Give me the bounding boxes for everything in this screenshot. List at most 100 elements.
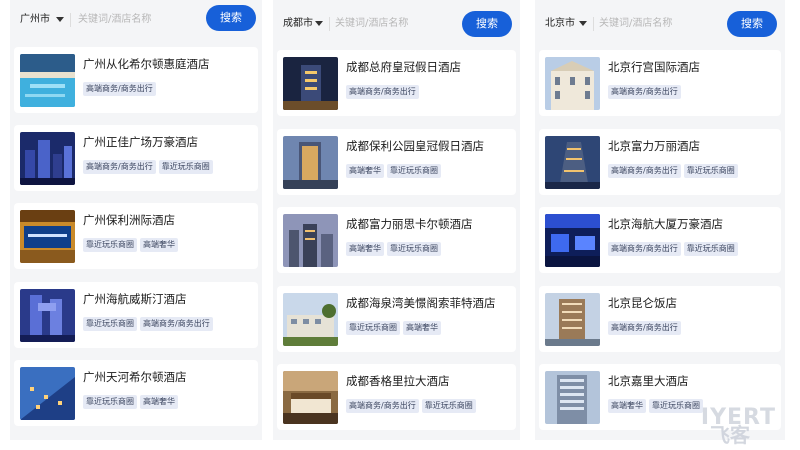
tag: 靠近玩乐商圈 — [158, 160, 213, 174]
hotel-name[interactable]: 北京昆仑饭店 — [608, 295, 777, 311]
tag: 高端奢华 — [346, 164, 384, 178]
hotel-card[interactable]: 广州正佳广场万豪酒店 高端商务/商务出行 靠近玩乐商圈 — [14, 125, 258, 191]
hotel-name[interactable]: 广州保利洲际酒店 — [83, 212, 254, 228]
divider — [329, 17, 330, 31]
tag: 靠近玩乐商圈 — [83, 317, 137, 331]
tag: 高端奢华 — [346, 242, 384, 256]
city-selector[interactable]: 广州市 — [20, 5, 50, 35]
tag-list: 高端商务/商务出行 — [608, 315, 684, 335]
tag-list: 高端商务/商务出行 靠近玩乐商圈 — [346, 393, 479, 413]
hotel-name[interactable]: 成都香格里拉大酒店 — [346, 373, 512, 389]
tower-icon — [20, 289, 75, 342]
hotel-card[interactable]: 成都保利公园皇冠假日酒店 高端奢华 靠近玩乐商圈 — [277, 129, 516, 195]
hotel-card[interactable]: 北京行宫国际酒店 高端商务/商务出行 — [539, 50, 781, 116]
chevron-down-icon[interactable] — [315, 21, 323, 26]
tag-list: 靠近玩乐商圈 高端奢华 — [83, 389, 181, 409]
tag-list: 高端奢华 靠近玩乐商圈 — [608, 393, 706, 413]
tag-list: 靠近玩乐商圈 高端奢华 — [83, 232, 181, 252]
hotel-name[interactable]: 成都总府皇冠假日酒店 — [346, 59, 512, 75]
hotel-card[interactable]: 广州保利洲际酒店 靠近玩乐商圈 高端奢华 — [14, 203, 258, 269]
hotel-name[interactable]: 成都富力丽思卡尔顿酒店 — [346, 216, 512, 232]
hotel-name[interactable]: 北京行宫国际酒店 — [608, 59, 777, 75]
search-bar: 广州市 关键词/酒店名称 搜索 — [10, 0, 262, 40]
tag: 高端奢华 — [140, 238, 178, 252]
tag: 高端商务/商务出行 — [83, 82, 156, 96]
tag: 高端奢华 — [140, 395, 178, 409]
tag: 靠近玩乐商圈 — [387, 242, 441, 256]
hotel-column-chengdu: 成都市 关键词/酒店名称 搜索 成都总府皇冠假日酒店 高端商务/商务出行 成都保… — [273, 0, 520, 440]
tag: 靠近玩乐商圈 — [387, 164, 441, 178]
search-button[interactable]: 搜索 — [462, 11, 512, 37]
tag-list: 高端商务/商务出行 靠近玩乐商圈 — [608, 236, 741, 256]
search-input[interactable]: 关键词/酒店名称 — [599, 9, 672, 39]
chevron-down-icon[interactable] — [56, 17, 64, 22]
tower-night-icon — [283, 57, 338, 110]
tag-list: 高端商务/商务出行 靠近玩乐商圈 — [608, 158, 741, 178]
hotel-name[interactable]: 成都保利公园皇冠假日酒店 — [346, 138, 512, 154]
hotel-card[interactable]: 北京海航大厦万豪酒店 高端商务/商务出行 靠近玩乐商圈 — [539, 207, 781, 273]
search-box: 北京市 关键词/酒店名称 搜索 — [535, 9, 785, 39]
search-bar: 成都市 关键词/酒店名称 搜索 — [273, 0, 520, 40]
tag-list: 高端商务/商务出行 — [608, 79, 684, 99]
glass-tower-icon — [545, 371, 600, 424]
tag-list: 高端商务/商务出行 — [346, 79, 422, 99]
tower-blue-icon — [545, 136, 600, 189]
search-bar: 北京市 关键词/酒店名称 搜索 — [535, 0, 785, 40]
hotel-name[interactable]: 成都海泉湾美憬阁索菲特酒店 — [346, 295, 512, 311]
city-dusk-icon — [283, 214, 338, 267]
hotel-column-beijing: 北京市 关键词/酒店名称 搜索 北京行宫国际酒店 高端商务/商务出行 北京富力万… — [535, 0, 785, 440]
city-selector[interactable]: 北京市 — [545, 9, 575, 39]
tag: 高端商务/商务出行 — [83, 160, 156, 174]
hotel-column-guangzhou: 广州市 关键词/酒店名称 搜索 广州从化希尔顿惠庭酒店 高端商务/商务出行 广州… — [10, 0, 262, 440]
lowrise-icon — [283, 293, 338, 346]
tag: 高端商务/商务出行 — [608, 164, 681, 178]
search-box: 广州市 关键词/酒店名称 搜索 — [10, 5, 262, 35]
hotel-card[interactable]: 广州海航威斯汀酒店 靠近玩乐商圈 高端商务/商务出行 — [14, 282, 258, 348]
hotel-name[interactable]: 广州正佳广场万豪酒店 — [83, 134, 254, 150]
resort-pool-icon — [20, 54, 75, 107]
city-night-icon — [20, 132, 75, 185]
lobby-icon — [20, 210, 75, 263]
tag: 高端奢华 — [608, 399, 646, 413]
divider — [593, 17, 594, 31]
search-button[interactable]: 搜索 — [727, 11, 777, 37]
hotel-card[interactable]: 成都香格里拉大酒店 高端商务/商务出行 靠近玩乐商圈 — [277, 364, 516, 430]
tag: 高端商务/商务出行 — [608, 85, 681, 99]
hotel-card[interactable]: 成都富力丽思卡尔顿酒店 高端奢华 靠近玩乐商圈 — [277, 207, 516, 273]
tag-list: 高端商务/商务出行 靠近玩乐商圈 — [83, 154, 216, 174]
hotel-name[interactable]: 广州海航威斯汀酒店 — [83, 291, 254, 307]
hotel-card[interactable]: 广州天河希尔顿酒店 靠近玩乐商圈 高端奢华 — [14, 360, 258, 426]
hotel-card[interactable]: 成都海泉湾美憬阁索菲特酒店 靠近玩乐商圈 高端奢华 — [277, 286, 516, 352]
hotel-name[interactable]: 北京嘉里大酒店 — [608, 373, 777, 389]
chevron-down-icon[interactable] — [579, 21, 587, 26]
hotel-card[interactable]: 北京昆仑饭店 高端商务/商务出行 — [539, 286, 781, 352]
hotel-name[interactable]: 北京海航大厦万豪酒店 — [608, 216, 777, 232]
search-input[interactable]: 关键词/酒店名称 — [78, 5, 151, 35]
divider — [70, 13, 71, 27]
tag: 靠近玩乐商圈 — [683, 164, 738, 178]
hotel-name[interactable]: 北京富力万丽酒店 — [608, 138, 777, 154]
tag: 靠近玩乐商圈 — [83, 238, 137, 252]
tag: 靠近玩乐商圈 — [683, 242, 738, 256]
search-input[interactable]: 关键词/酒店名称 — [335, 9, 408, 39]
tag: 高端商务/商务出行 — [608, 321, 681, 335]
tag-list: 靠近玩乐商圈 高端奢华 — [346, 315, 444, 335]
hotel-card[interactable]: 北京富力万丽酒店 高端商务/商务出行 靠近玩乐商圈 — [539, 129, 781, 195]
classic-building-icon — [545, 57, 600, 110]
watermark-logo: 飞客 — [710, 423, 750, 447]
room-icon — [283, 371, 338, 424]
hotel-card[interactable]: 广州从化希尔顿惠庭酒店 高端商务/商务出行 — [14, 47, 258, 113]
tag-list: 高端奢华 靠近玩乐商圈 — [346, 158, 444, 178]
search-button[interactable]: 搜索 — [206, 5, 256, 31]
hotel-name[interactable]: 广州天河希尔顿酒店 — [83, 369, 254, 385]
tag: 高端商务/商务出行 — [140, 317, 213, 331]
blue-interior-icon — [545, 214, 600, 267]
hotel-card[interactable]: 成都总府皇冠假日酒店 高端商务/商务出行 — [277, 50, 516, 116]
city-selector[interactable]: 成都市 — [283, 9, 313, 39]
tag-list: 高端奢华 靠近玩乐商圈 — [346, 236, 444, 256]
hotel-name[interactable]: 广州从化希尔顿惠庭酒店 — [83, 56, 254, 72]
tag: 高端奢华 — [403, 321, 441, 335]
tag: 靠近玩乐商圈 — [346, 321, 400, 335]
tag: 高端商务/商务出行 — [346, 85, 419, 99]
tag: 靠近玩乐商圈 — [83, 395, 137, 409]
